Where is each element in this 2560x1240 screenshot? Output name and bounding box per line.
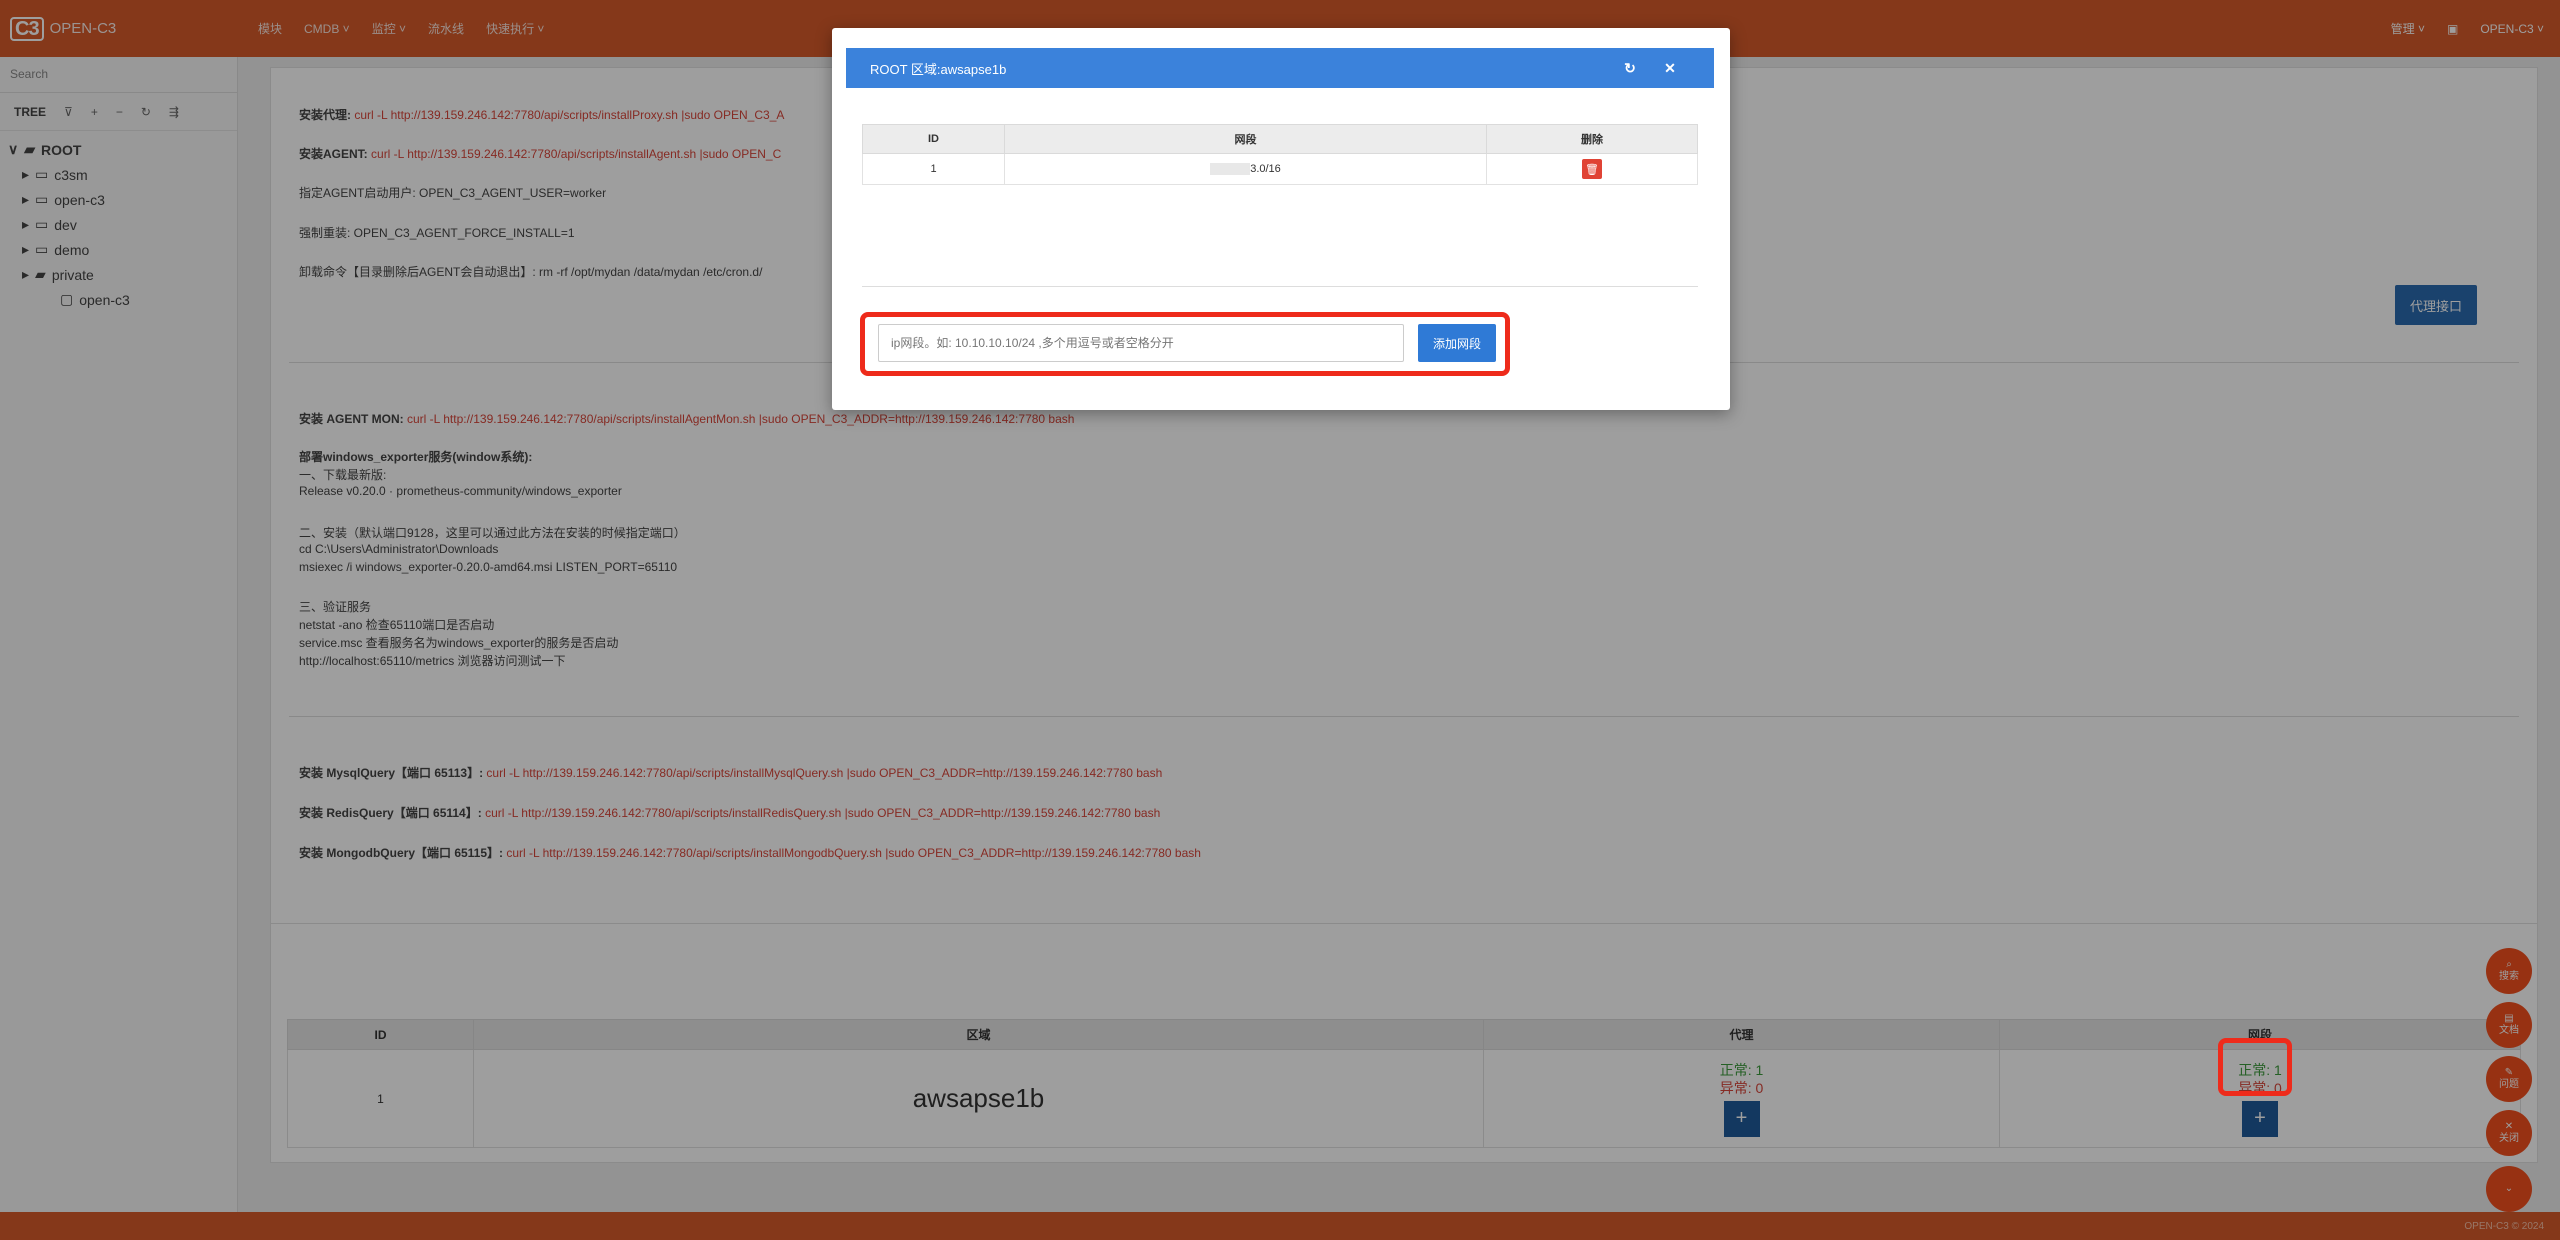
- trash-icon[interactable]: 🗑: [1582, 159, 1602, 179]
- modal-header: ROOT 区域:awsapse1b ↻ ✕: [846, 48, 1714, 88]
- table-header-row: ID 网段 删除: [862, 124, 1698, 154]
- col-id: ID: [862, 124, 1005, 154]
- segment-modal: ROOT 区域:awsapse1b ↻ ✕ ID 网段 删除 1 3.0/16 …: [832, 28, 1730, 410]
- close-icon[interactable]: ✕: [1650, 60, 1690, 77]
- highlight-box: [860, 312, 1510, 376]
- cell-id: 1: [862, 153, 1005, 185]
- table-row: 1 3.0/16 🗑: [862, 153, 1698, 185]
- col-delete: 删除: [1486, 124, 1698, 154]
- segment-table: ID 网段 删除 1 3.0/16 🗑: [862, 124, 1698, 185]
- cell-segment: 3.0/16: [1004, 153, 1487, 185]
- segment-value: 3.0/16: [1250, 162, 1281, 175]
- refresh-icon[interactable]: ↻: [1610, 60, 1650, 77]
- divider: [862, 286, 1698, 287]
- cell-delete: 🗑: [1486, 153, 1698, 185]
- col-segment: 网段: [1004, 124, 1487, 154]
- masked-ip: [1210, 163, 1251, 176]
- highlight-box: [2218, 1038, 2292, 1096]
- modal-title: ROOT 区域:awsapse1b: [870, 61, 1007, 77]
